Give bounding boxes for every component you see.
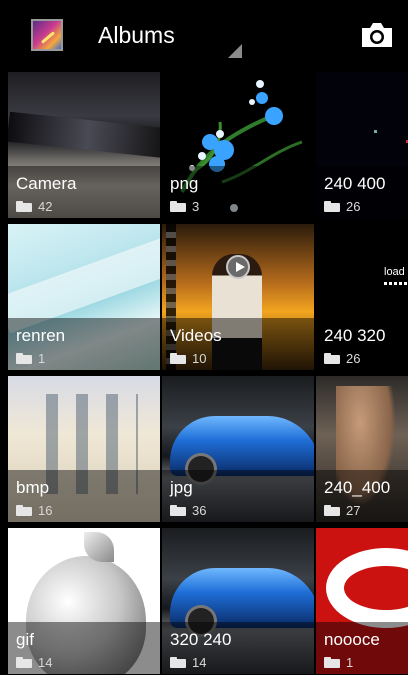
- folder-icon: [324, 657, 340, 668]
- album-tile-320-240[interactable]: 320 240 14: [162, 528, 314, 674]
- album-name: 240 320: [324, 326, 386, 345]
- album-name: noooce: [324, 630, 380, 649]
- album-tile-renren[interactable]: renren 1: [8, 224, 160, 370]
- album-count: 10: [192, 351, 207, 366]
- album-name: 240 400: [324, 174, 386, 193]
- album-tile-jpg[interactable]: jpg 36: [162, 376, 314, 522]
- album-name: gif: [16, 630, 34, 649]
- album-tile-gif[interactable]: gif 14: [8, 528, 160, 674]
- album-name: renren: [16, 326, 66, 345]
- album-name: jpg: [170, 478, 193, 497]
- car-image: [170, 568, 314, 634]
- folder-icon: [324, 201, 340, 212]
- albums-grid: Camera 42 png 3 240 400 26 renren 1 Vide…: [0, 72, 408, 675]
- album-tile-240-400[interactable]: 240 400 26: [316, 72, 408, 218]
- album-tile-240-320[interactable]: load 240 320 26: [316, 224, 408, 370]
- album-count: 1: [38, 351, 46, 366]
- album-count: 27: [346, 503, 361, 518]
- car-image: [170, 416, 314, 482]
- album-name: png: [170, 174, 199, 193]
- album-count: 3: [192, 199, 200, 214]
- album-tile-videos[interactable]: Videos 10: [162, 224, 314, 370]
- gallery-app-icon[interactable]: [31, 19, 63, 51]
- album-tile-bmp[interactable]: bmp 16: [8, 376, 160, 522]
- camera-button[interactable]: [359, 20, 395, 50]
- folder-icon: [324, 353, 340, 364]
- album-count: 14: [192, 655, 207, 670]
- loading-dots: [384, 282, 408, 285]
- album-tile-240_400[interactable]: 240_400 27: [316, 376, 408, 522]
- album-tile-camera[interactable]: Camera 42: [8, 72, 160, 218]
- dropdown-indicator-icon[interactable]: [228, 44, 242, 58]
- load-text: load: [384, 266, 405, 278]
- page-title: Albums: [98, 22, 175, 48]
- album-tile-noooce[interactable]: noooce 1: [316, 528, 408, 674]
- album-name: Videos: [170, 326, 222, 345]
- camera-icon: [362, 23, 392, 47]
- folder-icon: [170, 505, 186, 516]
- album-count: 26: [346, 351, 361, 366]
- album-count: 26: [346, 199, 361, 214]
- folder-icon: [16, 201, 32, 212]
- album-name: 240_400: [324, 478, 391, 497]
- album-count: 1: [346, 655, 354, 670]
- album-count: 14: [38, 655, 53, 670]
- album-count: 42: [38, 199, 53, 214]
- folder-icon: [16, 657, 32, 668]
- play-icon: [226, 255, 250, 279]
- folder-icon: [16, 505, 32, 516]
- folder-icon: [170, 353, 186, 364]
- album-count: 36: [192, 503, 207, 518]
- album-name: Camera: [16, 174, 77, 193]
- folder-icon: [170, 201, 186, 212]
- album-count: 16: [38, 503, 53, 518]
- folder-icon: [16, 353, 32, 364]
- folder-icon: [170, 657, 186, 668]
- album-tile-png[interactable]: png 3: [162, 72, 314, 218]
- action-bar: Albums: [0, 0, 408, 72]
- album-name: 320 240: [170, 630, 232, 649]
- album-name: bmp: [16, 478, 50, 497]
- folder-icon: [324, 505, 340, 516]
